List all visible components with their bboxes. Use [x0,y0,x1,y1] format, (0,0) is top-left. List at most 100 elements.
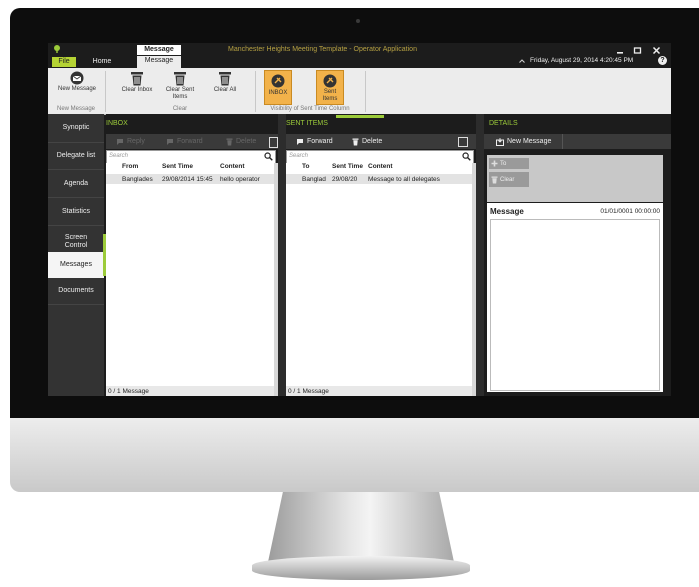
sent-search-input[interactable]: Search [286,150,474,164]
sent-items-toggle-button[interactable]: Sent Items [316,70,344,105]
help-icon[interactable]: ? [658,56,667,65]
to-label: To [500,160,507,167]
cell-from: Banglades [122,176,153,183]
group-clear-label: Clear [172,106,188,112]
sidebar: Synoptic Delegate list Agenda Statistics… [48,114,107,396]
column-header-content[interactable]: Content [368,163,393,173]
trash-icon [173,71,187,86]
inbox-delete-button[interactable]: Delete [226,134,256,149]
delete-label: Delete [236,138,257,145]
column-header-from[interactable]: From [122,163,138,173]
message-label: Message [490,207,524,216]
trash-icon [226,138,233,145]
details-new-message-button[interactable]: New Message [496,134,551,149]
inbox-toggle-button[interactable]: INBOX [264,70,292,105]
ribbon: New Message New Message Clear Inbox Clea… [48,68,671,115]
column-header-sent-time[interactable]: Sent Time [162,163,193,173]
splitter-left[interactable] [278,114,286,396]
sidebar-item-agenda[interactable]: Agenda [48,172,104,196]
tab-file[interactable]: File [52,57,76,67]
search-icon[interactable] [462,152,471,161]
envelope-icon [69,71,85,85]
table-row[interactable]: Banglades 29/08/2014 15:45 hello operato… [106,174,274,184]
checkbox-icon[interactable] [458,137,468,147]
clear-inbox-button[interactable]: Clear Inbox [120,71,154,94]
clear-sent-items-button[interactable]: Clear Sent Items [160,71,200,101]
sent-list: To Sent Time Content Banglad 29/08/20 Me… [286,163,472,396]
forward-icon [297,139,303,145]
new-message-button[interactable]: New Message [56,71,98,93]
cell-sent-time: 29/08/20 [332,176,358,183]
chevron-up-icon[interactable] [518,57,526,65]
recipients-area: To Clear [487,155,663,202]
table-row[interactable]: Banglad 29/08/20 Message to all delegate… [286,174,472,184]
sent-items-title: SENT ITEMS [286,120,328,127]
search-icon[interactable] [264,152,273,161]
message-body-textarea[interactable] [490,219,660,391]
reply-icon [117,139,123,145]
sidebar-item-delegate-list[interactable]: Delegate list [48,144,104,168]
sidebar-divider [48,142,104,143]
monitor-chin [10,418,699,492]
sidebar-item-synoptic[interactable]: Synoptic [48,116,104,140]
cell-content: hello operator [220,176,260,183]
search-placeholder: Search [109,153,129,159]
forward-icon [167,139,173,145]
trash-icon [352,138,359,145]
column-header-sent-time[interactable]: Sent Time [332,163,366,173]
trash-icon [130,71,144,86]
sidebar-item-messages[interactable]: Messages [48,252,104,278]
sent-items-toggle-label: Sent Items [322,89,338,102]
accent-bar [336,115,384,118]
sent-footer: 0 / 1 Message [286,386,472,396]
checkbox-icon[interactable] [269,137,278,148]
splitter-right[interactable] [476,114,484,396]
sidebar-item-statistics[interactable]: Statistics [48,200,104,224]
group-visibility-label: Visibility of Sent Time Column [270,106,350,112]
clear-all-button[interactable]: Clear All [208,71,242,94]
details-new-message-label: New Message [507,138,552,145]
column-header-to[interactable]: To [302,163,309,173]
context-tab-label: Message [137,45,181,55]
clear-sent-label: Clear Sent Items [165,87,195,100]
search-placeholder: Search [289,153,309,159]
minimize-icon[interactable] [616,46,625,55]
column-header-content[interactable]: Content [220,163,245,173]
compose-icon [496,137,504,146]
tab-message[interactable]: Message [137,56,181,68]
ribbon-separator [365,71,366,112]
sent-items-panel: SENT ITEMS Forward Delete Search To Sent… [286,114,476,396]
reply-button[interactable]: Reply [116,134,145,149]
sidebar-divider [48,304,104,305]
inbox-panel: INBOX Reply Forward Delete Search From S… [106,114,278,396]
trash-icon [218,71,232,86]
details-toolbar: New Message [484,134,671,149]
datetime-display: Friday, August 29, 2014 4:20:45 PM [530,57,634,64]
sidebar-divider [48,197,104,198]
plus-icon [491,160,498,167]
message-date: 01/01/0001 00:00:00 [600,208,660,215]
details-panel: DETAILS New Message To Clear Message 01/… [484,114,671,396]
sent-delete-button[interactable]: Delete [352,134,382,149]
clear-recipients-button[interactable]: Clear [489,172,529,187]
camera-dot [356,19,360,23]
to-button[interactable]: To [489,158,529,169]
message-area: Message 01/01/0001 00:00:00 [487,203,663,392]
group-new-message-label: New Message [56,106,95,112]
sent-forward-button[interactable]: Forward [296,134,333,149]
sent-toolbar: Forward Delete [286,134,476,149]
window-title: Manchester Heights Meeting Template - Op… [228,46,417,53]
inbox-footer: 0 / 1 Message [106,386,274,396]
sent-forward-label: Forward [307,138,333,145]
inbox-title: INBOX [106,120,128,127]
sidebar-item-documents[interactable]: Documents [48,279,104,303]
cell-content: Message to all delegates [368,176,440,183]
tab-home[interactable]: Home [88,57,116,67]
maximize-icon[interactable] [633,46,642,55]
inbox-search-input[interactable]: Search [106,150,276,164]
toolbar-separator [562,134,563,149]
inbox-forward-button[interactable]: Forward [166,134,203,149]
close-icon[interactable] [652,46,661,55]
monitor-stand-neck [268,492,454,562]
sent-delete-label: Delete [362,138,383,145]
